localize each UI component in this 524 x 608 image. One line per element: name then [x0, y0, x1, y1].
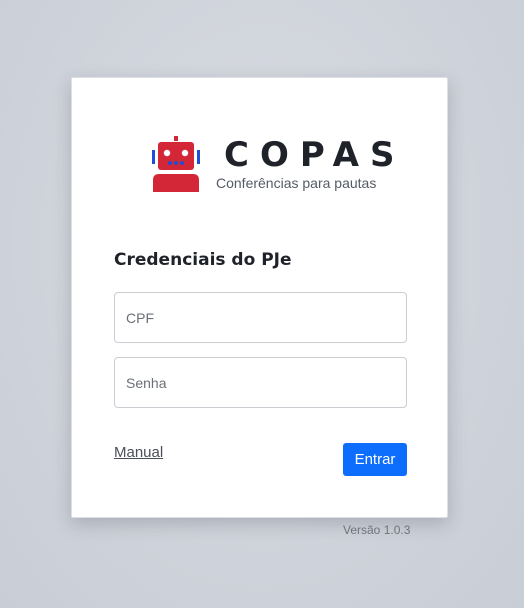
- login-card: COPAS Conferências para pautas Credencia…: [71, 77, 448, 518]
- password-input[interactable]: [114, 357, 407, 408]
- form-title: Credenciais do PJe: [114, 250, 292, 270]
- version-label: Versão 1.0.3: [343, 523, 411, 537]
- manual-link[interactable]: Manual: [114, 444, 163, 461]
- cpf-input[interactable]: [114, 292, 407, 343]
- app-subtitle: Conferências para pautas: [216, 175, 377, 191]
- robot-icon: [152, 136, 200, 192]
- page-background: COPAS Conferências para pautas Credencia…: [0, 0, 524, 608]
- app-title: COPAS: [224, 135, 406, 175]
- login-button[interactable]: Entrar: [343, 443, 407, 476]
- brand-header: COPAS Conferências para pautas: [151, 135, 394, 193]
